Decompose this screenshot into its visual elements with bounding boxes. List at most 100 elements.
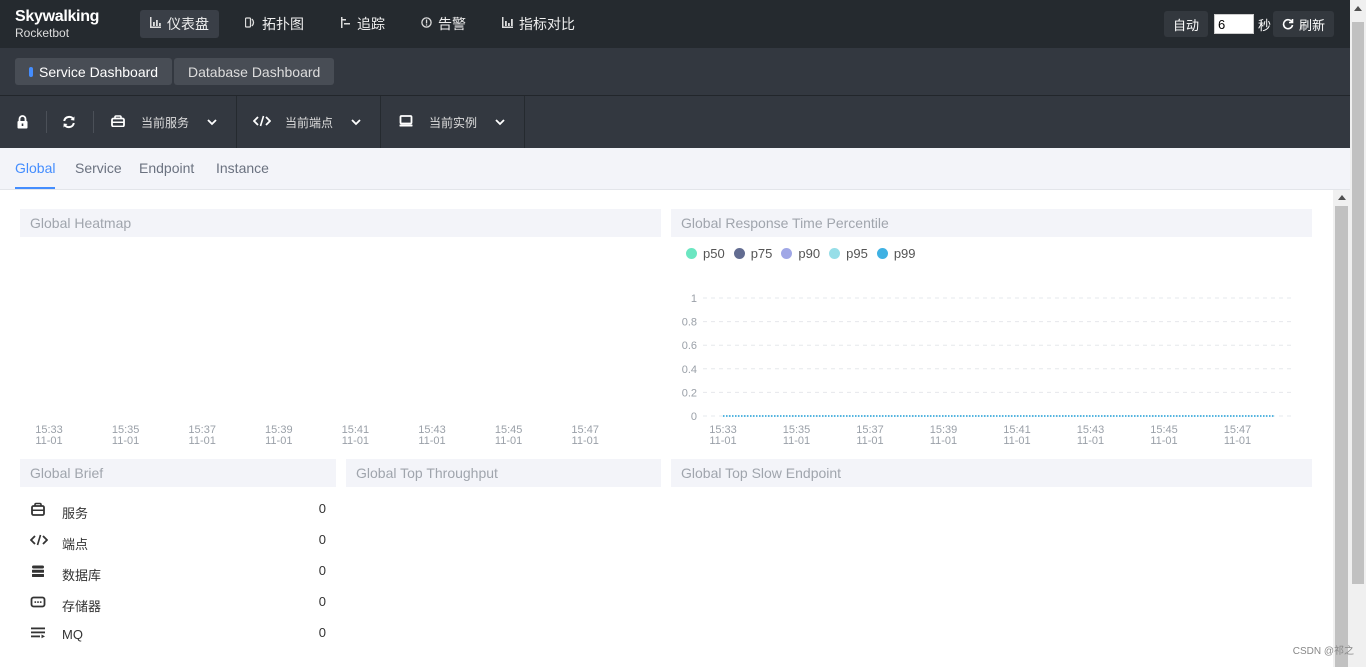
selector-toolbar: 当前服务 当前端点 当前实例 [0,96,1350,148]
selector-label: 当前服务 [141,115,190,130]
x-tick-label: 15:3511-01 [112,424,140,447]
svg-text:11-01: 11-01 [1077,435,1104,447]
logo-subtitle: Rocketbot [15,26,70,40]
x-tick-label: 15:4311-01 [1077,424,1105,447]
svg-text:11-01: 11-01 [1003,435,1030,447]
window-scrollbar[interactable] [1350,0,1366,667]
legend-label: p99 [893,246,916,261]
brief-row-service: 服务 0 [30,500,326,521]
nav-label: 拓扑图 [262,16,304,32]
mq-icon [30,626,48,640]
chevron-down-icon [350,115,362,127]
x-tick-label: 15:4711-01 [571,424,599,447]
tab-label: Database Dashboard [188,63,321,80]
dashboard-tabs-bar: Service Dashboard Database Dashboard [0,48,1350,96]
scroll-up-arrow[interactable] [1338,195,1346,200]
nav-label: 追踪 [357,16,385,32]
active-tab-underline [15,187,55,189]
x-tick-label: 15:4511-01 [495,424,523,447]
logo[interactable]: Skywalking Rocketbot [15,8,100,40]
brief-panel-title: Global Brief [20,459,336,487]
instance-icon [397,114,415,130]
lock-icon [16,115,29,129]
y-tick-label: 0.4 [682,364,697,376]
trace-icon [340,17,351,31]
logo-title: Skywalking [15,8,100,25]
brief-label: 服务 [62,506,89,521]
percentile-legend: p50 p75 p90 p95 p99 [686,246,925,261]
nav-topology[interactable]: 拓扑图 [235,10,314,38]
svg-text:11-01: 11-01 [783,435,810,447]
database-icon [30,564,48,578]
heatmap-panel-title: Global Heatmap [20,209,661,237]
endpoint-icon [252,115,272,130]
tab-database-dashboard[interactable]: Database Dashboard [174,58,335,85]
tab-instance[interactable]: Instance [216,160,269,176]
slow-endpoint-panel-title: Global Top Slow Endpoint [671,459,1312,487]
percentile-panel-title: Global Response Time Percentile [671,209,1312,237]
nav-compare[interactable]: 指标对比 [492,10,585,38]
active-marker [29,66,33,77]
brief-value: 0 [318,625,326,640]
legend-item-p90[interactable]: p90 [781,246,820,261]
y-tick-label: 1 [691,293,697,305]
nav-label: 指标对比 [519,16,575,32]
endpoint-icon [29,533,49,547]
topology-icon [244,17,256,31]
legend-item-p50[interactable]: p50 [686,246,725,261]
svg-text:11-01: 11-01 [930,435,957,447]
nav-dashboard[interactable]: 仪表盘 [140,10,219,38]
legend-item-p95[interactable]: p95 [829,246,868,261]
main-nav: 仪表盘 拓扑图 追踪 告警 指标对比 [140,10,601,38]
instance-selector[interactable]: 当前实例 [382,96,525,148]
scroll-up-arrow[interactable] [1354,6,1362,11]
legend-dot [781,248,793,259]
service-icon [109,114,127,130]
brief-label: 存储器 [62,599,102,614]
brief-row-storage: 存储器 0 [30,593,326,614]
svg-text:11-01: 11-01 [495,435,522,447]
nav-trace[interactable]: 追踪 [330,10,395,38]
svg-text:11-01: 11-01 [856,435,883,447]
scrollbar-thumb[interactable] [1335,206,1348,667]
top-navbar: Skywalking Rocketbot 仪表盘 拓扑图 追踪 告警 指标对比 … [0,0,1366,48]
svg-text:11-01: 11-01 [418,435,445,447]
x-tick-label: 15:3311-01 [709,424,737,447]
tab-label: Service Dashboard [39,63,159,80]
brief-value: 0 [318,532,326,547]
refresh-label: 刷新 [1298,17,1325,33]
tab-service-dashboard[interactable]: Service Dashboard [15,58,173,85]
scrollbar-thumb[interactable] [1352,22,1364,584]
percentile-chart[interactable]: 0 0.2 0.4 0.6 0.8 1 15:3311-01 15:3511-01 15:371… [671,280,1312,452]
x-tick-label: 15:4111-01 [342,424,370,447]
endpoint-selector[interactable]: 当前端点 [238,96,381,148]
heatmap-chart[interactable]: 15:3311-01 15:3511-01 15:3711-01 15:3911-01… [20,238,661,450]
brief-row-database: 数据库 0 [30,562,326,583]
legend-item-p75[interactable]: p75 [733,246,772,261]
y-tick-label: 0.2 [682,387,697,399]
reload-button[interactable] [57,110,81,134]
x-tick-label: 15:3711-01 [188,424,216,447]
svg-text:11-01: 11-01 [1224,435,1251,447]
tab-global[interactable]: Global [15,160,55,176]
x-tick-label: 15:4111-01 [1003,424,1031,447]
lock-button[interactable] [10,110,34,134]
svg-text:11-01: 11-01 [1150,435,1177,447]
nav-alarm[interactable]: 告警 [411,10,476,38]
refresh-button[interactable]: 刷新 [1272,11,1334,37]
refresh-interval-input[interactable] [1213,14,1254,34]
x-tick-label: 15:4511-01 [1150,424,1178,447]
auto-refresh-button[interactable]: 自动 [1163,11,1208,37]
legend-dot [686,248,697,259]
svg-text:11-01: 11-01 [112,435,139,447]
x-tick-label: 15:3711-01 [856,424,884,447]
service-selector[interactable]: 当前服务 [94,96,237,148]
refresh-icon [1282,18,1294,30]
legend-item-p99[interactable]: p99 [876,246,916,261]
svg-text:11-01: 11-01 [265,435,292,447]
content-scrollbar[interactable] [1333,190,1350,667]
nav-label: 告警 [438,16,466,32]
tab-service[interactable]: Service [75,160,122,176]
tab-endpoint[interactable]: Endpoint [139,160,194,176]
legend-label: p90 [798,246,821,261]
